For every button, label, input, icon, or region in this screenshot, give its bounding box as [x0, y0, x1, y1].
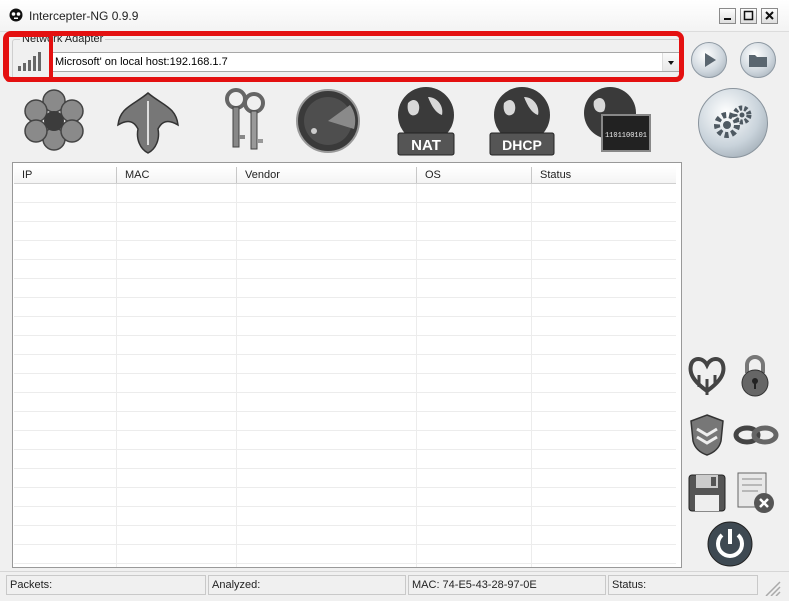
lock-icon[interactable]	[735, 353, 775, 397]
nat-label: NAT	[411, 137, 441, 154]
highlight-annotation-icon	[5, 33, 53, 82]
table-header: IP MAC Vendor OS Status	[14, 167, 676, 184]
phoenix-icon[interactable]	[114, 85, 182, 157]
table-body[interactable]	[14, 184, 676, 567]
status-bar: Packets: Analyzed: MAC: 74-E5-43-28-97-0…	[0, 571, 789, 601]
status-packets: Packets:	[6, 575, 206, 595]
minimize-button[interactable]	[719, 8, 736, 24]
start-button[interactable]	[691, 42, 727, 78]
resize-grip-icon[interactable]	[762, 578, 784, 596]
save-icon[interactable]	[687, 471, 727, 515]
clear-log-icon[interactable]	[734, 471, 776, 515]
status-state: Status:	[608, 575, 758, 595]
column-divider	[531, 184, 532, 567]
status-mac: MAC: 74-E5-43-28-97-0E	[408, 575, 606, 595]
dhcp-label: DHCP	[502, 137, 542, 153]
flower-icon[interactable]	[20, 85, 88, 157]
column-header-vendor[interactable]: Vendor	[236, 167, 416, 183]
column-header-os[interactable]: OS	[416, 167, 531, 183]
app-icon	[9, 8, 23, 22]
keys-icon[interactable]	[212, 85, 280, 157]
heartbleed-icon[interactable]	[687, 353, 727, 397]
status-analyzed: Analyzed:	[208, 575, 406, 595]
settings-button[interactable]	[698, 88, 768, 158]
column-header-status[interactable]: Status	[531, 167, 676, 183]
window-title: Intercepter-NG 0.9.9	[29, 9, 139, 23]
highlight-annotation	[3, 31, 684, 82]
open-button[interactable]	[740, 42, 776, 78]
column-divider	[236, 184, 237, 567]
shield-icon[interactable]	[687, 413, 727, 457]
close-button[interactable]	[761, 8, 778, 24]
radar-icon[interactable]	[294, 85, 362, 157]
gear-icon	[714, 105, 752, 138]
binary-globe-icon[interactable]: 1101100101	[580, 85, 652, 157]
chain-icon[interactable]	[733, 413, 779, 457]
column-header-ip[interactable]: IP	[14, 167, 116, 183]
column-header-mac[interactable]: MAC	[116, 167, 236, 183]
column-divider	[416, 184, 417, 567]
title-bar: Intercepter-NG 0.9.9	[0, 0, 789, 32]
dhcp-globe-icon[interactable]: DHCP	[488, 85, 556, 157]
column-divider	[116, 184, 117, 567]
maximize-button[interactable]	[740, 8, 757, 24]
play-icon	[705, 53, 716, 67]
binary-label: 1101100101	[605, 132, 647, 140]
host-table[interactable]: IP MAC Vendor OS Status	[12, 162, 682, 568]
nat-globe-icon[interactable]: NAT	[392, 85, 460, 157]
folder-icon	[749, 55, 767, 67]
power-icon[interactable]	[706, 521, 754, 567]
